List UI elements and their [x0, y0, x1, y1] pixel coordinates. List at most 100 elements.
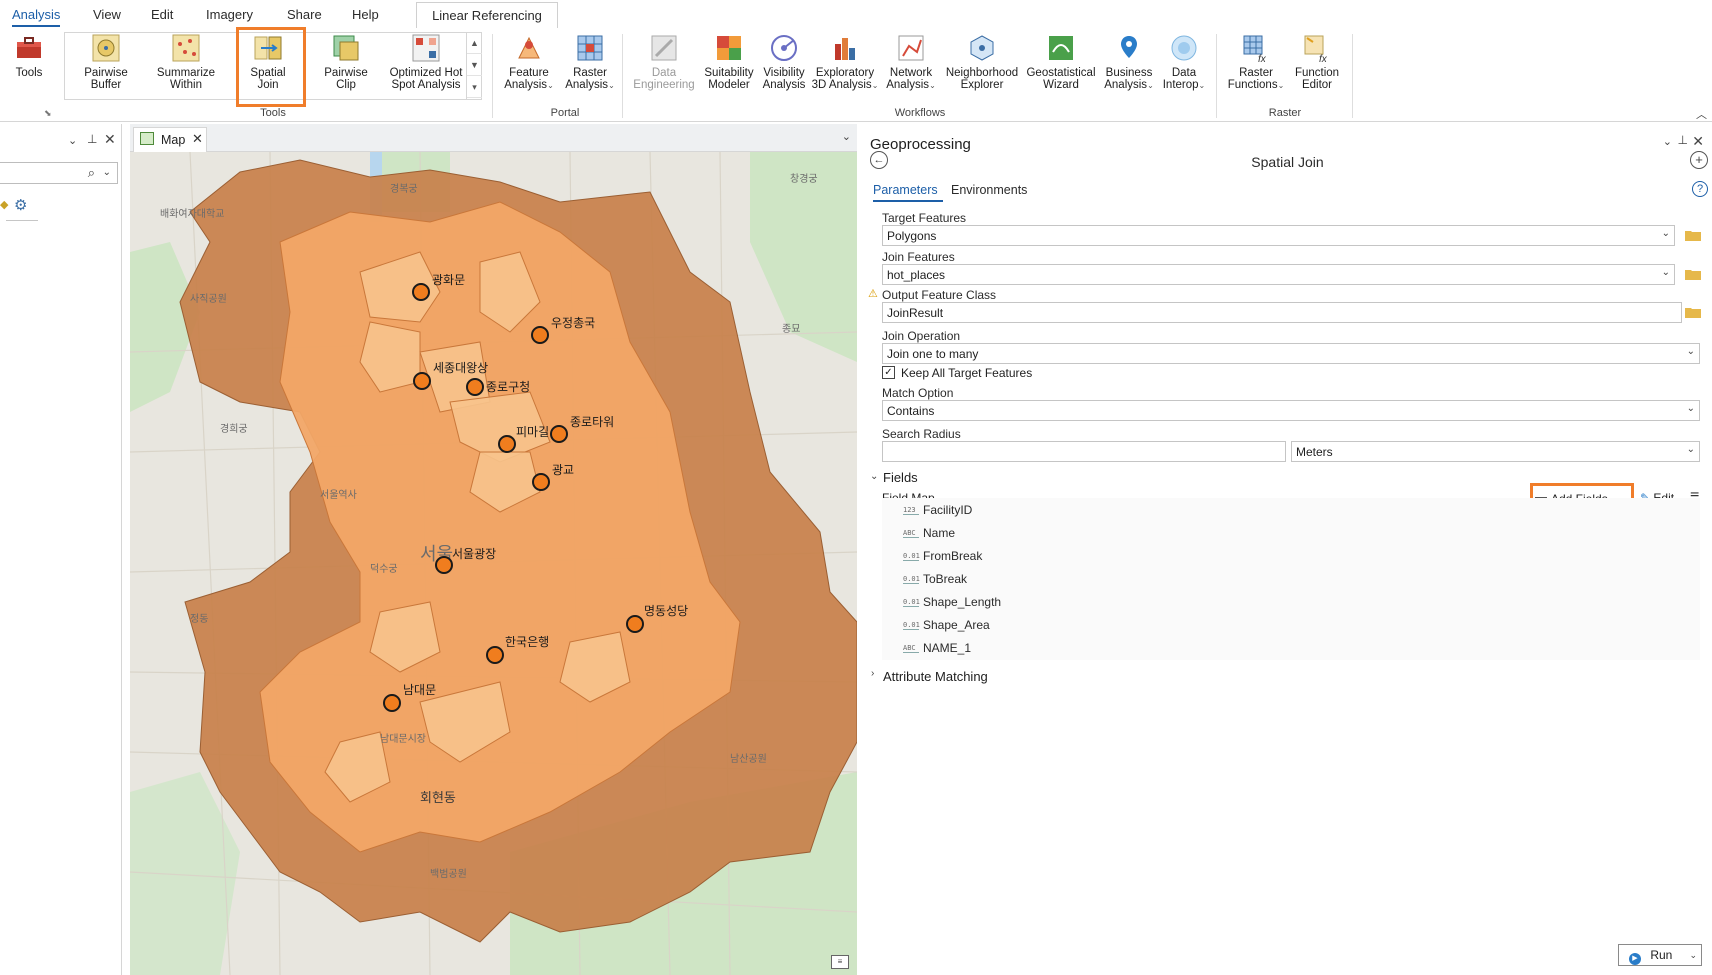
close-icon[interactable]: ✕: [192, 131, 203, 147]
map-icon: [140, 132, 154, 145]
join-operation-dropdown[interactable]: Join one to many ⌄: [882, 343, 1700, 364]
list-item[interactable]: 0.01 ToBreak: [903, 572, 967, 594]
match-option-label: Match Option: [882, 386, 954, 400]
list-item[interactable]: 123 FacilityID: [903, 503, 972, 525]
list-item[interactable]: ABC NAME_1: [903, 641, 971, 663]
hot-place-point[interactable]: [383, 694, 401, 712]
gallery-expand-icon[interactable]: ▾: [467, 76, 482, 98]
fields-section-header[interactable]: Fields: [883, 470, 918, 485]
close-icon[interactable]: ✕: [1692, 133, 1704, 150]
pane-options-icon[interactable]: ⌄: [68, 134, 77, 147]
gallery-scroller[interactable]: ▲ ▼ ▾: [466, 32, 482, 100]
list-item[interactable]: 0.01 Shape_Area: [903, 618, 990, 640]
function-editor-button[interactable]: fx Function Editor: [1286, 32, 1348, 91]
hot-place-point[interactable]: [412, 283, 430, 301]
tool-title: Spatial Join: [1251, 154, 1324, 170]
list-by-selection-icon[interactable]: ⚙: [14, 196, 27, 214]
group-separator: [1216, 34, 1217, 118]
group-label-tools: Tools: [260, 107, 286, 119]
raster-functions-button[interactable]: fx Raster Functions⌄: [1222, 32, 1290, 92]
list-item[interactable]: 0.01 Shape_Length: [903, 595, 1001, 617]
section-collapse-icon[interactable]: ⌄: [870, 471, 878, 482]
tab-view[interactable]: View: [93, 7, 121, 22]
gallery-down-icon[interactable]: ▼: [467, 54, 482, 76]
feature-analysis-button[interactable]: Feature Analysis⌄: [500, 32, 558, 92]
tab-linear-referencing[interactable]: Linear Referencing: [416, 2, 558, 28]
map-canvas[interactable]: 경복궁 창경궁 배화여자대학교 사직공원 종묘 경희궁 서울역사 덕수궁 서울 …: [130, 152, 857, 975]
pin-icon[interactable]: ⊥: [87, 132, 97, 146]
search-icon[interactable]: ⌕: [88, 165, 95, 181]
exploratory-3d-button[interactable]: Exploratory 3D Analysis⌄: [810, 32, 880, 92]
browse-folder-icon[interactable]: [1685, 268, 1701, 280]
tab-help[interactable]: Help: [352, 7, 379, 22]
keep-all-label: Keep All Target Features: [901, 366, 1033, 380]
close-icon[interactable]: ✕: [104, 131, 116, 148]
tab-imagery[interactable]: Imagery: [206, 7, 253, 22]
join-features-dropdown[interactable]: hot_places ⌄: [882, 264, 1675, 285]
neighborhood-explorer-button[interactable]: Neighborhood Explorer: [940, 32, 1024, 91]
target-features-dropdown[interactable]: Polygons ⌄: [882, 225, 1675, 246]
hot-place-point[interactable]: [466, 378, 484, 396]
attribute-matching-section-header[interactable]: Attribute Matching: [883, 669, 988, 684]
pairwise-clip-button[interactable]: Pairwise Clip: [312, 32, 380, 91]
run-button[interactable]: ▶ Run ⌄: [1618, 944, 1702, 966]
match-option-dropdown[interactable]: Contains ⌄: [882, 400, 1700, 421]
hot-place-point[interactable]: [486, 646, 504, 664]
dialog-launcher-icon[interactable]: ⬊: [44, 108, 52, 119]
browse-folder-icon[interactable]: [1685, 306, 1701, 318]
search-radius-input[interactable]: [882, 441, 1286, 462]
warning-icon: ⚠: [868, 288, 878, 300]
chevron-down-icon[interactable]: ⌄: [103, 167, 111, 178]
pairwise-buffer-button[interactable]: Pairwise Buffer: [72, 32, 140, 91]
summarize-within-button[interactable]: Summarize Within: [150, 32, 222, 91]
hot-place-point[interactable]: [550, 425, 568, 443]
tab-map[interactable]: Map ✕: [133, 127, 207, 152]
suitability-modeler-button[interactable]: Suitability Modeler: [700, 32, 758, 91]
list-item[interactable]: ABC Name: [903, 526, 955, 548]
hot-place-point[interactable]: [413, 372, 431, 390]
contents-search-input[interactable]: ⌕ ⌄: [0, 162, 118, 184]
keep-all-checkbox[interactable]: ✓: [882, 366, 895, 379]
collapse-ribbon-icon[interactable]: ︿: [1696, 106, 1707, 122]
add-icon[interactable]: +: [1690, 151, 1708, 169]
tab-parameters[interactable]: Parameters: [873, 183, 938, 197]
list-item[interactable]: 0.01 FromBreak: [903, 549, 982, 571]
hot-place-point[interactable]: [531, 326, 549, 344]
notification-icon[interactable]: ≡: [831, 955, 849, 969]
raster-analysis-button[interactable]: Raster Analysis⌄: [562, 32, 618, 92]
hot-place-label: 남대문: [403, 683, 436, 697]
hot-place-point[interactable]: [532, 473, 550, 491]
hot-place-point[interactable]: [498, 435, 516, 453]
pane-options-icon[interactable]: ⌄: [1663, 135, 1672, 148]
visibility-analysis-button[interactable]: Visibility Analysis: [758, 32, 810, 91]
output-feature-class-input[interactable]: JoinResult: [882, 302, 1682, 323]
pin-icon[interactable]: ⊥: [1678, 133, 1688, 147]
optimized-hot-spot-button[interactable]: Optimized Hot Spot Analysis: [386, 32, 466, 91]
basemap-label: 종묘: [782, 323, 800, 335]
data-interop-icon: [1171, 35, 1197, 61]
hot-place-point[interactable]: [626, 615, 644, 633]
tab-edit[interactable]: Edit: [151, 7, 173, 22]
chevron-down-icon[interactable]: ⌄: [842, 130, 851, 143]
draw-order-icon[interactable]: ◆: [0, 198, 8, 211]
hot-spot-icon: [412, 34, 440, 62]
data-engineering-button[interactable]: Data Engineering: [630, 32, 698, 91]
search-radius-unit-dropdown[interactable]: Meters ⌄: [1291, 441, 1700, 462]
tools-button[interactable]: Tools: [8, 32, 50, 79]
business-analysis-button[interactable]: Business Analysis⌄: [1100, 32, 1158, 92]
gallery-up-icon[interactable]: ▲: [467, 32, 482, 54]
tab-environments[interactable]: Environments: [951, 183, 1027, 197]
svg-text:fx: fx: [1319, 54, 1328, 64]
active-tab-indicator: [873, 200, 943, 202]
section-expand-icon[interactable]: ›: [871, 668, 874, 679]
browse-folder-icon[interactable]: [1685, 229, 1701, 241]
tab-share[interactable]: Share: [287, 7, 322, 22]
data-interop-button[interactable]: Data Interop⌄: [1158, 32, 1210, 92]
basemap-label: 경복궁: [390, 182, 418, 195]
hot-place-point[interactable]: [435, 556, 453, 574]
help-icon[interactable]: ?: [1692, 181, 1708, 197]
basemap-label: 남대문시장: [380, 733, 426, 745]
tab-analysis[interactable]: Analysis: [12, 7, 61, 27]
network-analysis-button[interactable]: Network Analysis⌄: [882, 32, 940, 92]
geostatistical-wizard-button[interactable]: Geostatistical Wizard: [1024, 32, 1098, 91]
